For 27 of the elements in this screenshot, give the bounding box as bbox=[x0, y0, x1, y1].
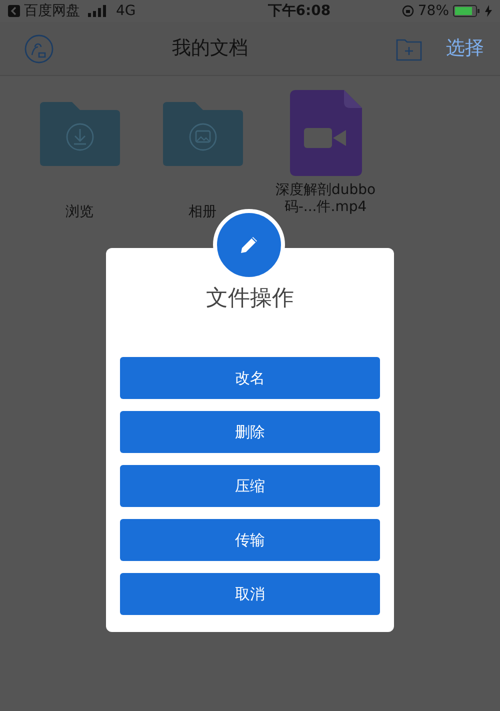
battery-percent: 78% bbox=[418, 2, 449, 20]
action-button[interactable]: 删除 bbox=[120, 411, 380, 453]
action-button[interactable]: 改名 bbox=[120, 357, 380, 399]
page-title: 我的文档 bbox=[172, 36, 248, 62]
new-folder-icon[interactable] bbox=[396, 36, 422, 60]
back-icon[interactable] bbox=[8, 5, 20, 17]
folder-icon[interactable] bbox=[162, 102, 242, 166]
file-name[interactable]: 深度解剖dubbo bbox=[275, 182, 376, 199]
select-button[interactable]: 选择 bbox=[446, 34, 484, 63]
file-name[interactable]: 码-...件.mp4 bbox=[284, 199, 367, 216]
charging-icon bbox=[485, 5, 492, 17]
user-avatar-icon[interactable] bbox=[24, 34, 54, 64]
action-button[interactable]: 压缩 bbox=[120, 465, 380, 507]
signal-icon bbox=[88, 5, 108, 17]
video-file-icon[interactable] bbox=[290, 90, 362, 176]
action-button[interactable]: 传输 bbox=[120, 519, 380, 561]
battery-icon bbox=[453, 5, 481, 17]
folder-icon[interactable] bbox=[40, 102, 120, 166]
dialog-title: 文件操作 bbox=[205, 285, 295, 313]
network-label: 4G bbox=[116, 2, 136, 20]
pencil-icon bbox=[238, 234, 260, 256]
file-name[interactable]: 浏览 bbox=[66, 204, 94, 221]
back-app-label[interactable]: 百度网盘 bbox=[24, 0, 80, 22]
rotation-lock-icon bbox=[402, 5, 414, 17]
action-button[interactable]: 取消 bbox=[120, 573, 380, 615]
file-name[interactable]: 相册 bbox=[188, 204, 216, 221]
status-time: 下午6:08 bbox=[268, 2, 331, 20]
